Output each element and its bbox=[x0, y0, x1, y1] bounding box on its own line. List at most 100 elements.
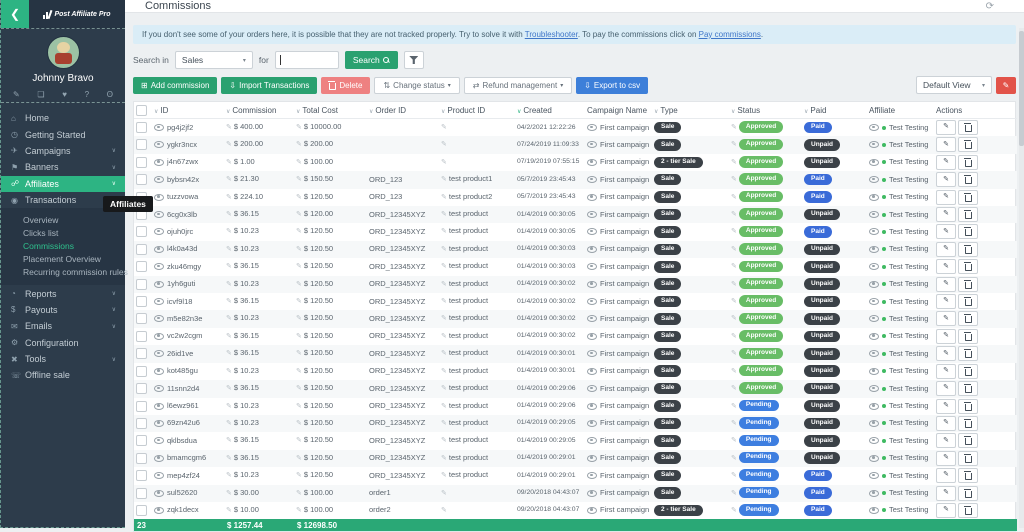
view-details-icon[interactable] bbox=[154, 228, 164, 235]
edit-total-cost-icon[interactable]: ✎ bbox=[296, 490, 302, 497]
edit-product-icon[interactable]: ✎ bbox=[441, 298, 447, 305]
row-checkbox[interactable] bbox=[136, 331, 147, 342]
edit-status-icon[interactable]: ✎ bbox=[731, 455, 737, 462]
column-header-product-id[interactable]: ∨Product ID bbox=[439, 102, 515, 119]
column-header-paid[interactable]: ∨Paid bbox=[802, 102, 867, 119]
view-select[interactable]: Default View ▾ bbox=[916, 76, 992, 94]
edit-status-icon[interactable]: ✎ bbox=[731, 141, 737, 148]
view-campaign-icon[interactable] bbox=[587, 455, 597, 462]
sidebar-item-configuration[interactable]: ⚙Configuration bbox=[1, 335, 125, 351]
edit-status-icon[interactable]: ✎ bbox=[731, 211, 737, 218]
view-details-icon[interactable] bbox=[154, 455, 164, 462]
edit-commission-icon[interactable]: ✎ bbox=[226, 385, 232, 392]
row-delete-button[interactable] bbox=[958, 294, 978, 309]
edit-total-cost-icon[interactable]: ✎ bbox=[296, 141, 302, 148]
row-checkbox[interactable] bbox=[136, 418, 147, 429]
row-checkbox[interactable] bbox=[136, 174, 147, 185]
edit-commission-icon[interactable]: ✎ bbox=[226, 420, 232, 427]
edit-status-icon[interactable]: ✎ bbox=[731, 437, 737, 444]
edit-total-cost-icon[interactable]: ✎ bbox=[296, 333, 302, 340]
view-campaign-icon[interactable] bbox=[587, 159, 597, 166]
view-details-icon[interactable] bbox=[154, 315, 164, 322]
view-affiliate-icon[interactable] bbox=[869, 211, 879, 218]
edit-status-icon[interactable]: ✎ bbox=[731, 403, 737, 410]
edit-status-icon[interactable]: ✎ bbox=[731, 263, 737, 270]
sidebar-subitem-overview[interactable]: Overview bbox=[1, 214, 125, 227]
row-checkbox[interactable] bbox=[136, 383, 147, 394]
change-status-button[interactable]: ⇅ Change status ▾ bbox=[374, 77, 459, 94]
edit-total-cost-icon[interactable]: ✎ bbox=[296, 246, 302, 253]
import-transactions-button[interactable]: ⇩ Import Transactions bbox=[221, 77, 317, 94]
edit-commission-icon[interactable]: ✎ bbox=[226, 263, 232, 270]
edit-status-icon[interactable]: ✎ bbox=[731, 176, 737, 183]
edit-product-icon[interactable]: ✎ bbox=[441, 472, 447, 479]
edit-status-icon[interactable]: ✎ bbox=[731, 420, 737, 427]
edit-product-icon[interactable]: ✎ bbox=[441, 490, 447, 497]
edit-commission-icon[interactable]: ✎ bbox=[226, 490, 232, 497]
row-checkbox[interactable] bbox=[136, 366, 147, 377]
view-details-icon[interactable] bbox=[154, 507, 164, 514]
sidebar-item-affiliates[interactable]: ☍Affiliates∨ bbox=[1, 176, 125, 192]
row-edit-button[interactable]: ✎ bbox=[936, 120, 956, 135]
row-edit-button[interactable]: ✎ bbox=[936, 224, 956, 239]
edit-status-icon[interactable]: ✎ bbox=[731, 368, 737, 375]
column-header-created[interactable]: ∨Created bbox=[515, 102, 585, 119]
row-checkbox[interactable] bbox=[136, 261, 147, 272]
row-delete-button[interactable] bbox=[958, 346, 978, 361]
column-header-id[interactable]: ∨ID bbox=[152, 102, 224, 119]
row-edit-button[interactable]: ✎ bbox=[936, 172, 956, 187]
row-delete-button[interactable] bbox=[958, 486, 978, 501]
row-checkbox[interactable] bbox=[136, 139, 147, 150]
view-details-icon[interactable] bbox=[154, 159, 164, 166]
edit-product-icon[interactable]: ✎ bbox=[441, 124, 447, 131]
row-edit-button[interactable]: ✎ bbox=[936, 451, 956, 466]
edit-commission-icon[interactable]: ✎ bbox=[226, 472, 232, 479]
row-delete-button[interactable] bbox=[958, 172, 978, 187]
refund-management-button[interactable]: ⇄ Refund management ▾ bbox=[464, 77, 572, 94]
edit-total-cost-icon[interactable]: ✎ bbox=[296, 368, 302, 375]
select-all-checkbox[interactable] bbox=[136, 105, 147, 116]
row-edit-button[interactable]: ✎ bbox=[936, 364, 956, 379]
row-edit-button[interactable]: ✎ bbox=[936, 381, 956, 396]
search-in-select[interactable]: Sales ▾ bbox=[175, 51, 253, 69]
view-details-icon[interactable] bbox=[154, 211, 164, 218]
row-checkbox[interactable] bbox=[136, 226, 147, 237]
edit-product-icon[interactable]: ✎ bbox=[441, 368, 447, 375]
row-delete-button[interactable] bbox=[958, 468, 978, 483]
edit-product-icon[interactable]: ✎ bbox=[441, 350, 447, 357]
view-campaign-icon[interactable] bbox=[587, 141, 597, 148]
view-details-icon[interactable] bbox=[154, 490, 164, 497]
view-campaign-icon[interactable] bbox=[587, 403, 597, 410]
view-campaign-icon[interactable] bbox=[587, 176, 597, 183]
view-affiliate-icon[interactable] bbox=[869, 403, 879, 410]
edit-product-icon[interactable]: ✎ bbox=[441, 455, 447, 462]
edit-status-icon[interactable]: ✎ bbox=[731, 298, 737, 305]
sidebar-subitem-commissions[interactable]: Commissions bbox=[1, 240, 125, 253]
row-checkbox[interactable] bbox=[136, 435, 147, 446]
view-campaign-icon[interactable] bbox=[587, 350, 597, 357]
edit-product-icon[interactable]: ✎ bbox=[441, 281, 447, 288]
row-edit-button[interactable]: ✎ bbox=[936, 155, 956, 170]
row-delete-button[interactable] bbox=[958, 433, 978, 448]
sidebar-item-campaigns[interactable]: ✈Campaigns∨ bbox=[1, 143, 125, 159]
view-campaign-icon[interactable] bbox=[587, 507, 597, 514]
edit-view-button[interactable]: ✎ bbox=[996, 77, 1016, 94]
row-delete-button[interactable] bbox=[958, 120, 978, 135]
sidebar-item-offline-sale[interactable]: ☏Offline sale bbox=[1, 367, 125, 383]
edit-total-cost-icon[interactable]: ✎ bbox=[296, 350, 302, 357]
edit-total-cost-icon[interactable]: ✎ bbox=[296, 507, 302, 514]
view-campaign-icon[interactable] bbox=[587, 298, 597, 305]
troubleshooter-link[interactable]: Troubleshooter bbox=[525, 30, 578, 39]
refresh-icon[interactable]: ⟳ bbox=[986, 1, 994, 12]
edit-status-icon[interactable]: ✎ bbox=[731, 490, 737, 497]
sidebar-item-payouts[interactable]: $Payouts∨ bbox=[1, 302, 125, 318]
column-header-type[interactable]: ∨Type bbox=[652, 102, 729, 119]
edit-product-icon[interactable]: ✎ bbox=[441, 507, 447, 514]
view-affiliate-icon[interactable] bbox=[869, 350, 879, 357]
view-affiliate-icon[interactable] bbox=[869, 263, 879, 270]
view-affiliate-icon[interactable] bbox=[869, 333, 879, 340]
scrollbar-thumb[interactable] bbox=[1019, 31, 1024, 146]
edit-status-icon[interactable]: ✎ bbox=[731, 124, 737, 131]
view-details-icon[interactable] bbox=[154, 194, 164, 201]
edit-commission-icon[interactable]: ✎ bbox=[226, 507, 232, 514]
